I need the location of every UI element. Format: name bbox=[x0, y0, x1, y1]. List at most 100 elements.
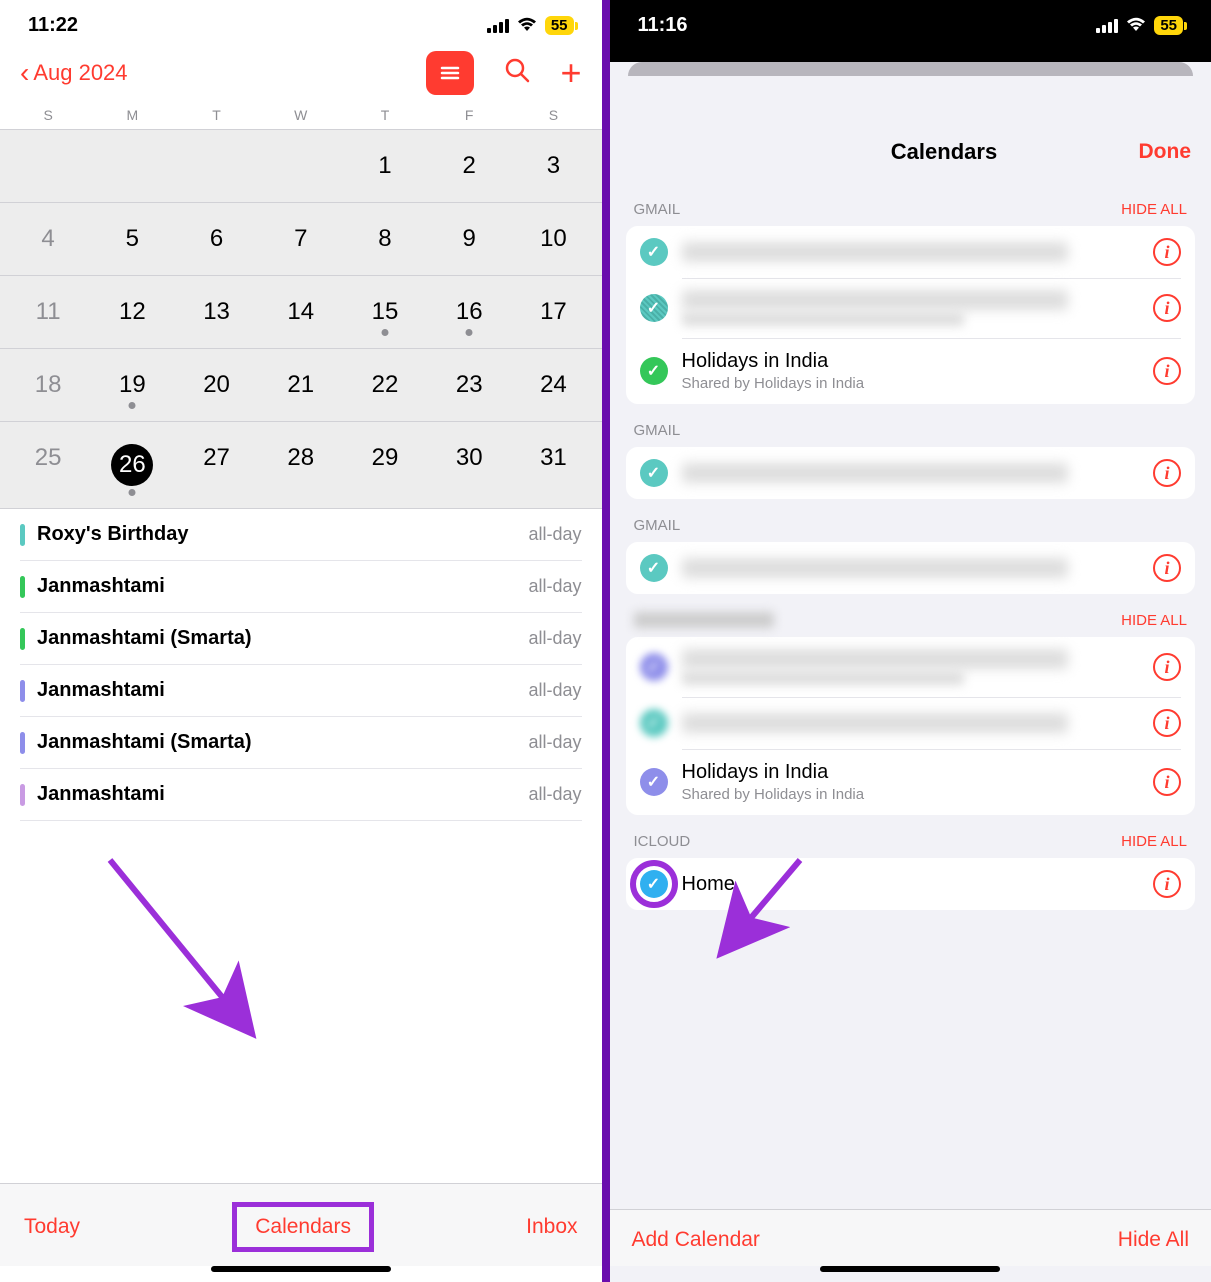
back-button[interactable]: ‹ Aug 2024 bbox=[20, 57, 128, 89]
event-row[interactable]: Janmashtamiall-day bbox=[20, 561, 582, 613]
event-row[interactable]: Roxy's Birthdayall-day bbox=[20, 509, 582, 561]
calendar-checkbox[interactable]: ✓ bbox=[640, 870, 668, 898]
hide-all-link[interactable]: HIDE ALL bbox=[1121, 201, 1187, 218]
section-label bbox=[634, 612, 774, 628]
date-cell[interactable]: 17 bbox=[511, 276, 595, 348]
date-cell[interactable]: 11 bbox=[6, 276, 90, 348]
date-cell[interactable] bbox=[6, 130, 90, 202]
list-view-button[interactable] bbox=[426, 51, 474, 95]
weekday-label: S bbox=[6, 107, 90, 123]
date-cell[interactable]: 28 bbox=[259, 422, 343, 508]
date-cell[interactable]: 23 bbox=[427, 349, 511, 421]
calendar-checkbox[interactable]: ✓ bbox=[640, 294, 668, 322]
event-title: Janmashtami bbox=[37, 575, 528, 598]
date-cell[interactable]: 4 bbox=[6, 203, 90, 275]
date-cell[interactable]: 26 bbox=[90, 422, 174, 508]
modal-toolbar: Add Calendar Hide All bbox=[610, 1209, 1211, 1266]
today-button[interactable]: Today bbox=[24, 1215, 80, 1239]
date-cell[interactable]: 24 bbox=[511, 349, 595, 421]
info-icon[interactable]: i bbox=[1153, 554, 1181, 582]
info-icon[interactable]: i bbox=[1153, 294, 1181, 322]
date-cell[interactable]: 25 bbox=[6, 422, 90, 508]
date-cell[interactable]: 12 bbox=[90, 276, 174, 348]
add-calendar-button[interactable]: Add Calendar bbox=[632, 1228, 760, 1252]
calendar-item[interactable]: ✓i bbox=[626, 697, 1196, 749]
status-time: 11:16 bbox=[638, 14, 688, 37]
date-cell[interactable]: 21 bbox=[259, 349, 343, 421]
event-row[interactable]: Janmashtamiall-day bbox=[20, 665, 582, 717]
calendar-item[interactable]: ✓i bbox=[626, 447, 1196, 499]
date-cell[interactable]: 9 bbox=[427, 203, 511, 275]
date-cell[interactable]: 3 bbox=[511, 130, 595, 202]
event-row[interactable]: Janmashtamiall-day bbox=[20, 769, 582, 821]
weekday-label: T bbox=[174, 107, 258, 123]
calendar-name: Holidays in India bbox=[682, 761, 1154, 784]
home-indicator[interactable] bbox=[211, 1266, 391, 1272]
calendar-item[interactable]: ✓i bbox=[626, 542, 1196, 594]
date-cell[interactable]: 31 bbox=[511, 422, 595, 508]
date-cell[interactable]: 29 bbox=[343, 422, 427, 508]
date-cell[interactable] bbox=[174, 130, 258, 202]
calendar-name bbox=[682, 463, 1069, 483]
date-cell[interactable]: 30 bbox=[427, 422, 511, 508]
event-title: Roxy's Birthday bbox=[37, 523, 528, 546]
info-icon[interactable]: i bbox=[1153, 653, 1181, 681]
info-icon[interactable]: i bbox=[1153, 459, 1181, 487]
home-indicator[interactable] bbox=[820, 1266, 1000, 1272]
calendar-checkbox[interactable]: ✓ bbox=[640, 357, 668, 385]
date-cell[interactable]: 13 bbox=[174, 276, 258, 348]
date-cell[interactable]: 14 bbox=[259, 276, 343, 348]
date-cell[interactable]: 1 bbox=[343, 130, 427, 202]
event-row[interactable]: Janmashtami (Smarta)all-day bbox=[20, 613, 582, 665]
date-cell[interactable]: 18 bbox=[6, 349, 90, 421]
calendar-item[interactable]: ✓i bbox=[626, 226, 1196, 278]
info-icon[interactable]: i bbox=[1153, 709, 1181, 737]
search-button[interactable] bbox=[504, 57, 530, 90]
info-icon[interactable]: i bbox=[1153, 768, 1181, 796]
calendar-item-text bbox=[682, 290, 1154, 326]
hide-all-link[interactable]: HIDE ALL bbox=[1121, 833, 1187, 850]
info-icon[interactable]: i bbox=[1153, 870, 1181, 898]
date-cell[interactable]: 20 bbox=[174, 349, 258, 421]
calendar-item[interactable]: ✓i bbox=[626, 637, 1196, 697]
hide-all-button[interactable]: Hide All bbox=[1118, 1228, 1189, 1252]
calendar-checkbox[interactable]: ✓ bbox=[640, 768, 668, 796]
date-cell[interactable]: 27 bbox=[174, 422, 258, 508]
date-cell[interactable] bbox=[259, 130, 343, 202]
info-icon[interactable]: i bbox=[1153, 357, 1181, 385]
date-cell[interactable]: 5 bbox=[90, 203, 174, 275]
calendar-checkbox[interactable]: ✓ bbox=[640, 554, 668, 582]
date-cell[interactable]: 16 bbox=[427, 276, 511, 348]
calendar-checkbox[interactable]: ✓ bbox=[640, 238, 668, 266]
date-cell[interactable]: 10 bbox=[511, 203, 595, 275]
date-cell[interactable]: 15 bbox=[343, 276, 427, 348]
info-icon[interactable]: i bbox=[1153, 238, 1181, 266]
chevron-left-icon: ‹ bbox=[20, 57, 29, 89]
date-cell[interactable]: 2 bbox=[427, 130, 511, 202]
calendar-checkbox[interactable]: ✓ bbox=[640, 653, 668, 681]
inbox-button[interactable]: Inbox bbox=[526, 1215, 577, 1239]
hide-all-link[interactable]: HIDE ALL bbox=[1121, 612, 1187, 629]
date-cell[interactable]: 7 bbox=[259, 203, 343, 275]
event-row[interactable]: Janmashtami (Smarta)all-day bbox=[20, 717, 582, 769]
date-cell[interactable] bbox=[90, 130, 174, 202]
calendars-button[interactable]: Calendars bbox=[232, 1202, 374, 1252]
calendar-checkbox[interactable]: ✓ bbox=[640, 459, 668, 487]
events-list: Roxy's Birthdayall-dayJanmashtamiall-day… bbox=[0, 509, 602, 821]
date-cell[interactable]: 19 bbox=[90, 349, 174, 421]
date-cell[interactable]: 8 bbox=[343, 203, 427, 275]
calendar-item[interactable]: ✓i bbox=[626, 278, 1196, 338]
add-button[interactable]: + bbox=[560, 52, 581, 94]
section-body: ✓Homei bbox=[626, 858, 1196, 910]
status-bar: 11:16 55 bbox=[610, 0, 1211, 45]
calendar-item[interactable]: ✓Homei bbox=[626, 858, 1196, 910]
calendar-item[interactable]: ✓Holidays in IndiaShared by Holidays in … bbox=[626, 338, 1196, 404]
date-cell[interactable]: 22 bbox=[343, 349, 427, 421]
date-cell[interactable]: 6 bbox=[174, 203, 258, 275]
calendar-item-text bbox=[682, 242, 1154, 262]
done-button[interactable]: Done bbox=[1139, 140, 1192, 164]
calendar-checkbox[interactable]: ✓ bbox=[640, 709, 668, 737]
calendar-item[interactable]: ✓Holidays in IndiaShared by Holidays in … bbox=[626, 749, 1196, 815]
weekday-label: S bbox=[511, 107, 595, 123]
calendars-modal: Calendars Done GMAILHIDE ALL✓i✓i✓Holiday… bbox=[610, 121, 1211, 1282]
